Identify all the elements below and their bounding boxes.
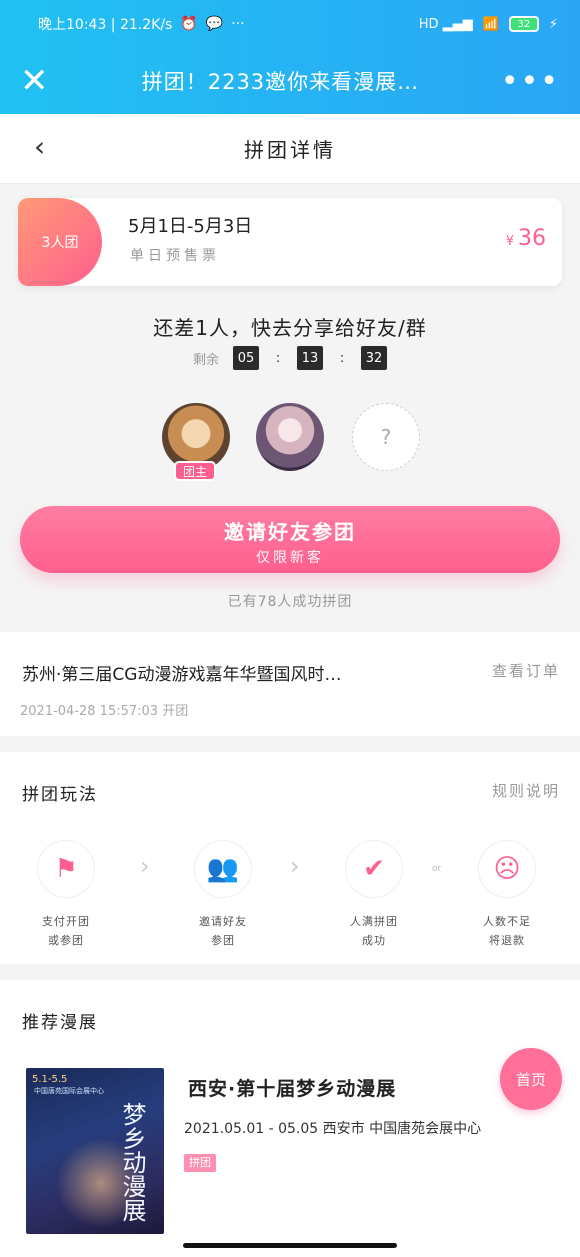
- event-info: 2021.05.01 - 05.05 西安市 中国唐苑会展中心: [184, 1121, 482, 1137]
- step-label: 邀请好友: [199, 915, 247, 928]
- ticket-card[interactable]: 3人团 5月1日-5月3日 单日预售票 ¥36: [18, 198, 562, 286]
- step-label: 人满拼团: [350, 915, 398, 928]
- step-sublabel: 将退款: [489, 934, 525, 947]
- signal-icon: HD ▂▄▆: [418, 16, 473, 32]
- ticket-price: ¥36: [506, 226, 546, 251]
- close-icon[interactable]: ✕: [20, 61, 60, 101]
- back-icon[interactable]: ‹: [34, 130, 45, 163]
- top-bar: 晚上10:43 | 21.2K/s ⏰ 💬 ··· HD ▂▄▆ 📶 32 ⚡ …: [0, 0, 580, 114]
- status-bar: 晚上10:43 | 21.2K/s ⏰ 💬 ··· HD ▂▄▆ 📶 32 ⚡: [0, 0, 580, 48]
- sad-face-icon: ☹: [478, 840, 536, 898]
- step-invite: 👥 邀请好友参团: [173, 840, 273, 950]
- message-icon: 💬: [205, 16, 224, 32]
- or-separator: or: [432, 864, 442, 874]
- poster-name: 梦乡动漫展: [118, 1102, 146, 1222]
- home-button[interactable]: 首页: [500, 1048, 562, 1110]
- more-status-icon: ···: [231, 16, 245, 32]
- event-poster[interactable]: 5.1-5.5 中国唐苑国际会展中心 梦乡动漫展: [26, 1068, 164, 1234]
- countdown-seconds: 32: [361, 346, 387, 370]
- poster-venue: 中国唐苑国际会展中心: [34, 1087, 104, 1095]
- step-pay: ⚑ 支付开团或参团: [16, 840, 116, 950]
- currency-symbol: ¥: [505, 234, 514, 249]
- step-sublabel: 参团: [211, 934, 235, 947]
- open-time: 2021-04-28 15:57:03 开团: [20, 704, 189, 719]
- invite-label: 邀请好友参团: [224, 520, 356, 544]
- wifi-icon: 📶: [482, 16, 499, 32]
- check-icon: ✔: [345, 840, 403, 898]
- users-icon: 👥: [194, 840, 252, 898]
- step-label: 支付开团: [42, 915, 90, 928]
- invite-button[interactable]: 邀请好友参团 仅限新客: [20, 506, 560, 573]
- countdown-hours: 05: [233, 346, 259, 370]
- charging-icon: ⚡: [548, 16, 558, 32]
- avatar-empty-slot[interactable]: ?: [352, 403, 420, 471]
- group-buy-tag: 拼团: [184, 1154, 216, 1172]
- rules-link[interactable]: 规则说明: [492, 780, 560, 801]
- ticket-type: 单日预售票: [130, 248, 220, 264]
- detail-header: ‹ 拼团详情: [0, 114, 580, 184]
- countdown-minutes: 13: [297, 346, 323, 370]
- countdown-separator: :: [339, 350, 345, 366]
- view-order-link[interactable]: 查看订单: [492, 660, 560, 681]
- countdown: 剩余 05 : 13 : 32: [0, 346, 580, 370]
- step-success: ✔ 人满拼团成功: [324, 840, 424, 950]
- order-card: 苏州·第三届CG动漫游戏嘉年华暨国风时… 查看订单 2021-04-28 15:…: [0, 632, 580, 736]
- joined-count: 已有78人成功拼团: [227, 594, 353, 610]
- poster-dates: 5.1-5.5: [32, 1074, 68, 1085]
- ticket-date: 5月1日-5月3日: [128, 216, 253, 237]
- rules-title: 拼团玩法: [22, 785, 98, 805]
- owner-badge: 团主: [174, 461, 216, 481]
- step-refund: ☹ 人数不足将退款: [457, 840, 557, 950]
- chevron-right-icon: ›: [290, 852, 300, 880]
- need-more-text: 还差1人，快去分享给好友/群: [153, 316, 427, 340]
- step-sublabel: 成功: [362, 934, 386, 947]
- countdown-separator: :: [275, 350, 281, 366]
- event-name: 苏州·第三届CG动漫游戏嘉年华暨国风时…: [22, 665, 342, 685]
- chevron-right-icon: ›: [140, 852, 150, 880]
- recommend-section: 推荐漫展 5.1-5.5 中国唐苑国际会展中心 梦乡动漫展 西安·第十届梦乡动漫…: [0, 980, 580, 1257]
- step-sublabel: 或参团: [48, 934, 84, 947]
- step-label: 人数不足: [483, 915, 531, 928]
- battery-icon: 32: [508, 16, 539, 32]
- flag-icon: ⚑: [37, 840, 95, 898]
- price-value: 36: [518, 226, 546, 251]
- avatar-member: [256, 403, 324, 471]
- countdown-label: 剩余: [192, 352, 219, 368]
- event-title[interactable]: 西安·第十届梦乡动漫展: [188, 1074, 396, 1101]
- home-indicator: [183, 1243, 397, 1248]
- invite-sublabel: 仅限新客: [256, 550, 324, 566]
- page-title: 拼团！2233邀你来看漫展…: [141, 70, 420, 94]
- rules-section: 拼团玩法 规则说明 ⚑ 支付开团或参团 › 👥 邀请好友参团 › ✔ 人满拼团成…: [0, 752, 580, 964]
- header-title: 拼团详情: [244, 138, 336, 162]
- status-text: 晚上10:43 | 21.2K/s: [38, 17, 173, 33]
- nav-row: ✕ 拼团！2233邀你来看漫展… •••: [0, 48, 580, 114]
- more-icon[interactable]: •••: [501, 64, 560, 99]
- group-size-tag: 3人团: [18, 198, 102, 286]
- alarm-icon: ⏰: [180, 16, 198, 32]
- recommend-title: 推荐漫展: [22, 1013, 98, 1033]
